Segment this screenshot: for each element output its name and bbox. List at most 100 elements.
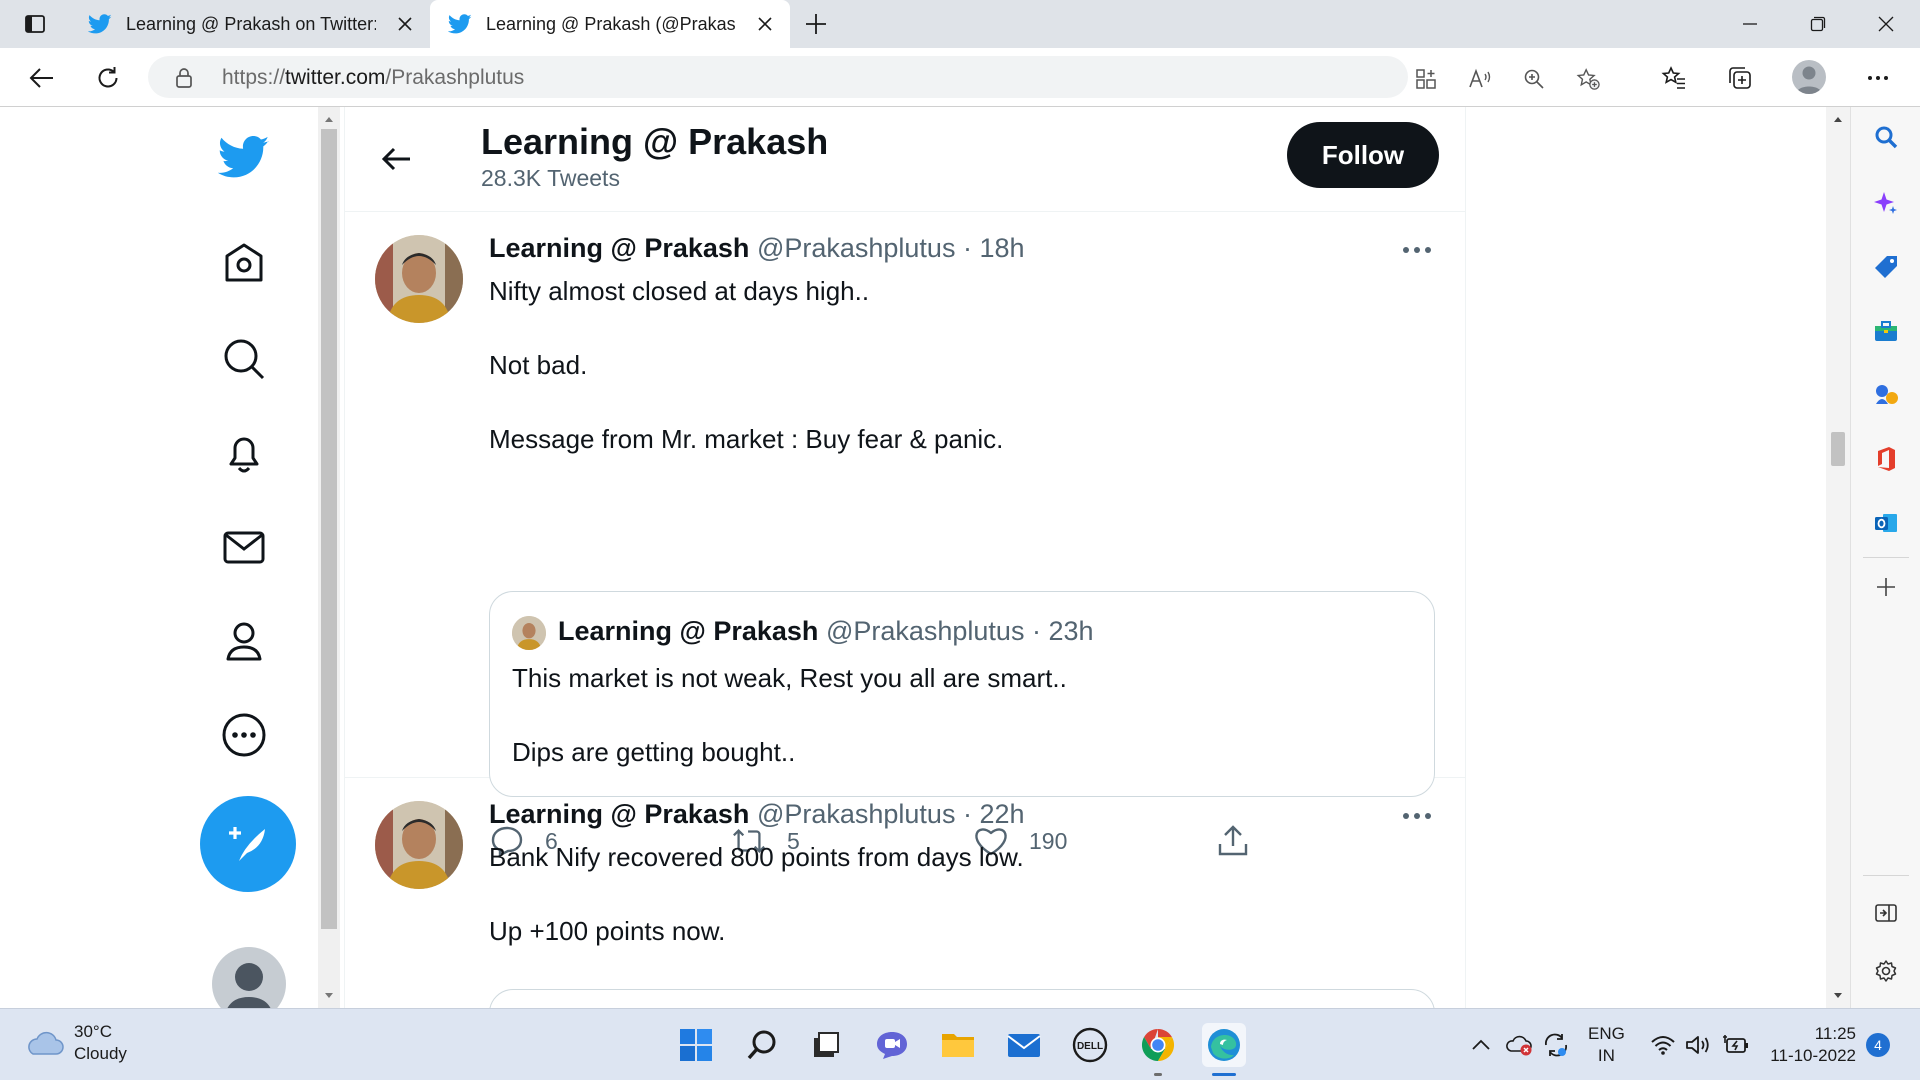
edge-icon[interactable] [1202,1023,1246,1067]
edge-sidebar [1850,107,1920,1008]
restore-icon[interactable] [1784,0,1852,48]
url-text: https://twitter.com/Prakashplutus [222,66,525,89]
onedrive-error-icon[interactable] [1506,1009,1534,1081]
tweet-item[interactable]: Learning @ Prakash @Prakashplutus · 18h … [345,211,1465,857]
teams-chat-icon[interactable] [870,1023,914,1067]
tweet-time[interactable]: · 18h [963,233,1025,263]
messages-mail-icon[interactable] [218,521,270,573]
twitter-favicon-icon [88,12,112,36]
tab-title: Learning @ Prakash on Twitter: " [126,13,376,34]
task-view-icon[interactable] [804,1023,848,1067]
home-icon[interactable] [218,237,270,289]
active-indicator [1212,1073,1236,1076]
system-clock[interactable]: 11:25 11-10-2022 [1768,1023,1856,1067]
address-bar[interactable]: https://twitter.com/Prakashplutus [148,56,1600,98]
lock-icon[interactable] [174,67,194,89]
dell-icon[interactable]: DELL [1068,1023,1112,1067]
follow-button[interactable]: Follow [1287,122,1439,188]
weather-condition: Cloudy [74,1044,127,1063]
volume-icon[interactable] [1684,1009,1712,1081]
more-options-icon[interactable] [218,709,270,761]
file-explorer-icon[interactable] [936,1023,980,1067]
explore-search-icon[interactable] [218,333,270,385]
page-scrollbar-right[interactable] [1826,107,1850,1008]
minimize-icon[interactable] [1716,0,1784,48]
quoted-tweet[interactable]: Learning @ Prakash @Prakashplutus · 23h … [489,591,1435,797]
tweet-more-icon[interactable] [1399,798,1435,834]
author-handle[interactable]: @Prakashplutus [757,233,956,263]
mail-icon[interactable] [1002,1023,1046,1067]
tweet-item[interactable]: Learning @ Prakash @Prakashplutus · 22h … [345,777,1465,1008]
page-viewport: Learning @ Prakash 28.3K Tweets Follow L… [0,107,1850,1008]
start-windows-icon[interactable] [674,1023,718,1067]
tweet-header: Learning @ Prakash @Prakashplutus · 22h [489,799,1025,830]
add-sidebar-app-icon[interactable] [1868,569,1904,605]
read-aloud-icon[interactable] [1468,67,1492,91]
tweet-text: Bank Nify recovered 800 points from days… [489,842,1024,946]
settings-more-icon[interactable] [1860,60,1896,96]
author-avatar[interactable] [375,235,463,323]
battery-charging-icon[interactable] [1722,1009,1750,1081]
new-tab-icon[interactable] [800,8,832,40]
collections-icon[interactable] [1722,60,1758,96]
timeline-column: Learning @ Prakash 28.3K Tweets Follow L… [344,107,1466,1008]
back-arrow-icon[interactable] [24,60,60,96]
quoted-author-name: Learning @ Prakash [558,616,819,646]
browser-tab-1[interactable]: Learning @ Prakash on Twitter: " [70,0,430,48]
zoom-icon[interactable] [1522,67,1546,91]
tab-close-icon[interactable] [394,13,416,35]
back-arrow-icon[interactable] [377,139,417,179]
twitter-logo-icon[interactable] [218,131,270,183]
sync-icon[interactable] [1542,1009,1570,1081]
tweet-more-icon[interactable] [1399,232,1435,268]
tools-briefcase-icon[interactable] [1868,313,1904,349]
scrollbar-thumb[interactable] [1831,432,1845,466]
author-handle[interactable]: @Prakashplutus [757,799,956,829]
discover-sparkle-icon[interactable] [1868,185,1904,221]
tweet-time[interactable]: · 22h [963,799,1025,829]
office-icon[interactable] [1868,441,1904,477]
shopping-tag-icon[interactable] [1868,249,1904,285]
show-hidden-icons-chevron-icon[interactable] [1470,1009,1492,1081]
author-name[interactable]: Learning @ Prakash [489,799,749,829]
hide-sidebar-icon[interactable] [1868,895,1904,931]
author-avatar[interactable] [375,801,463,889]
tab-actions-icon[interactable] [16,8,54,40]
tweet-text: Nifty almost closed at days high.. Not b… [489,276,1004,454]
browser-toolbar: https://twitter.com/Prakashplutus [0,48,1920,107]
profile-name: Learning @ Prakash [481,121,829,162]
favorites-icon[interactable] [1656,60,1692,96]
search-icon[interactable] [1868,119,1904,155]
cloud-icon [24,1028,64,1058]
input-language[interactable]: ENG IN [1588,1023,1625,1067]
quoted-tweet-time: · 23h [1031,616,1094,646]
sidebar-settings-gear-icon[interactable] [1868,953,1904,989]
scrollbar-thumb[interactable] [321,129,337,929]
quoted-author-avatar [512,616,546,650]
app-available-icon[interactable] [1414,67,1438,91]
tab-close-icon[interactable] [754,13,776,35]
profile-person-icon[interactable] [218,615,270,667]
notifications-bell-icon[interactable] [218,427,270,479]
quoted-author-handle: @Prakashplutus [825,616,1025,646]
notification-badge[interactable]: 4 [1866,1033,1890,1057]
games-icon[interactable] [1868,377,1904,413]
profile-avatar[interactable] [1792,60,1826,94]
refresh-icon[interactable] [90,60,126,96]
browser-tab-2-active[interactable]: Learning @ Prakash (@Prakashplutus) [430,0,790,48]
search-icon[interactable] [740,1023,784,1067]
tweet-count: 28.3K Tweets [481,165,620,191]
page-scrollbar-left[interactable] [318,107,340,1008]
wifi-icon[interactable] [1650,1009,1676,1081]
add-favorite-star-icon[interactable] [1576,67,1600,91]
quoted-tweet-partial[interactable] [489,989,1435,1008]
outlook-icon[interactable] [1868,505,1904,541]
weather-widget[interactable]: 30°C Cloudy [24,1021,127,1065]
tab-title: Learning @ Prakash (@Prakashplutus) [486,13,736,34]
chrome-icon[interactable] [1136,1023,1180,1067]
windows-taskbar: 30°C Cloudy DELL ENG IN 11:25 11-10-2022… [0,1008,1920,1080]
close-window-icon[interactable] [1852,0,1920,48]
compose-tweet-button[interactable] [200,796,296,892]
author-name[interactable]: Learning @ Prakash [489,233,749,263]
browser-titlebar: Learning @ Prakash on Twitter: " Learnin… [0,0,1920,48]
